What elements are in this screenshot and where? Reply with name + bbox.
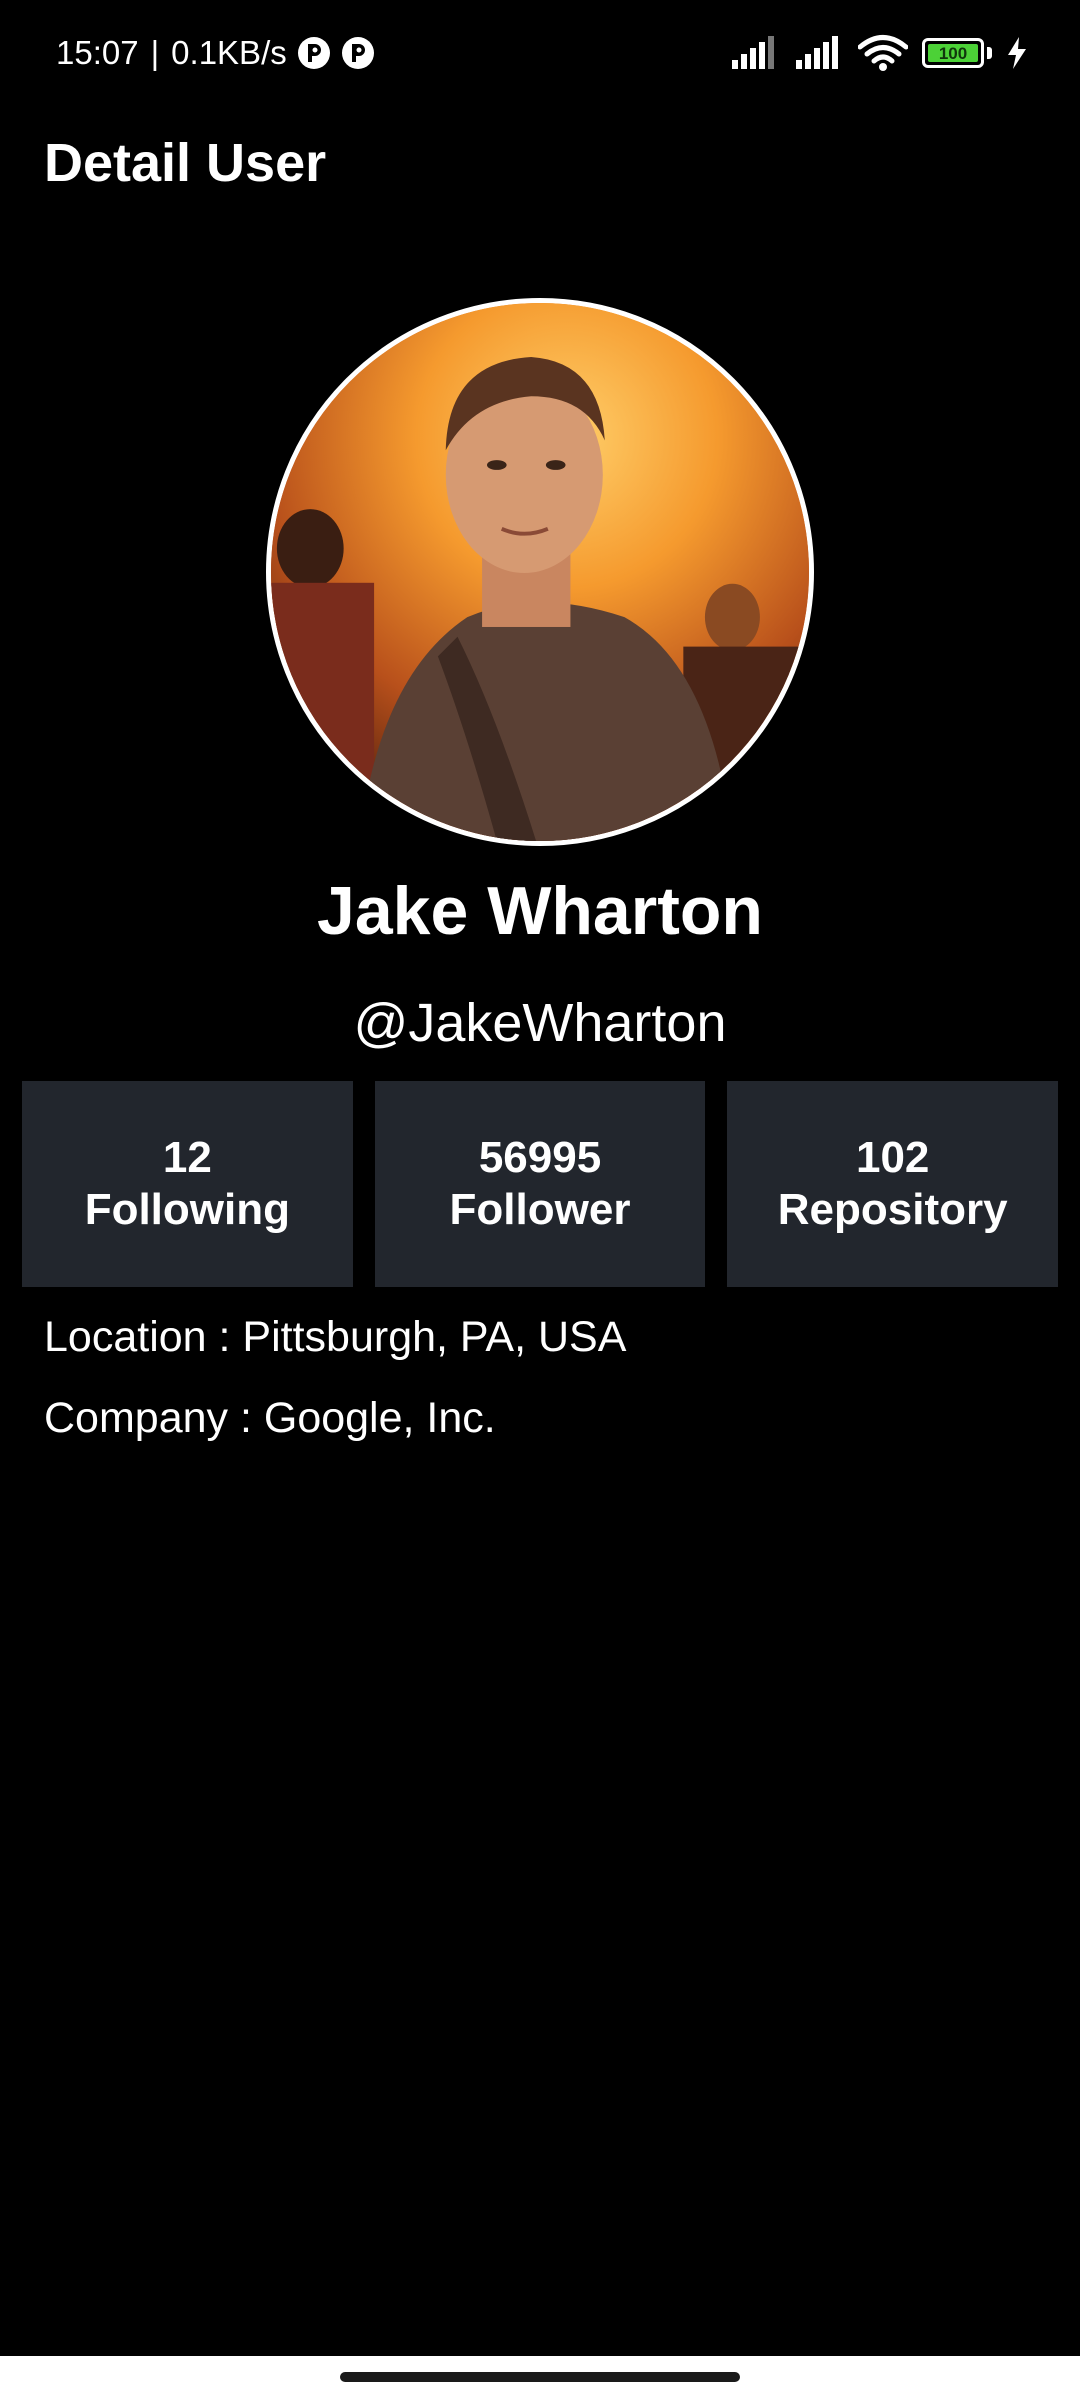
repository-label: Repository bbox=[777, 1185, 1008, 1234]
following-count: 12 bbox=[162, 1133, 212, 1182]
cell-signal-icon-2 bbox=[796, 36, 838, 69]
avatar bbox=[266, 298, 814, 846]
app-bar: Detail User bbox=[0, 108, 1080, 218]
status-left: 15:07 | 0.1KB/s bbox=[56, 30, 375, 76]
location-text: Location : Pittsburgh, PA, USA bbox=[44, 1313, 627, 1361]
page-title: Detail User bbox=[44, 133, 327, 193]
home-indicator[interactable] bbox=[340, 2372, 740, 2382]
repository-count: 102 bbox=[855, 1133, 930, 1182]
company-text: Company : Google, Inc. bbox=[44, 1394, 496, 1442]
following-card[interactable]: 12 Following bbox=[22, 1081, 353, 1287]
cell-signal-icon bbox=[732, 36, 774, 69]
follower-count: 56995 bbox=[478, 1133, 602, 1182]
status-bar: 15:07 | 0.1KB/s 100 bbox=[0, 0, 1080, 108]
charging-bolt-icon bbox=[1008, 37, 1026, 69]
status-time: 15:07 bbox=[56, 34, 139, 71]
status-separator: | bbox=[150, 34, 160, 71]
app-notification-icon bbox=[297, 36, 331, 70]
battery-level: 100 bbox=[928, 44, 978, 62]
follower-card[interactable]: 56995 Follower bbox=[374, 1081, 706, 1287]
following-label: Following bbox=[84, 1185, 290, 1234]
network-speed: 0.1KB/s bbox=[171, 34, 287, 71]
wifi-icon bbox=[858, 35, 908, 71]
stats-row: 12 Following 56995 Follower 102 Reposito… bbox=[22, 1081, 1059, 1287]
battery-tip bbox=[987, 47, 992, 59]
avatar-photo bbox=[271, 303, 809, 841]
repository-card[interactable]: 102 Repository bbox=[727, 1081, 1059, 1287]
battery-icon: 100 bbox=[922, 38, 992, 68]
app-notification-icon-2 bbox=[341, 36, 375, 70]
full-name: Jake Wharton bbox=[317, 873, 763, 949]
status-right: 100 bbox=[730, 30, 1028, 76]
follower-label: Follower bbox=[449, 1185, 631, 1234]
username: @JakeWharton bbox=[353, 993, 727, 1053]
battery-body: 100 bbox=[922, 38, 984, 68]
